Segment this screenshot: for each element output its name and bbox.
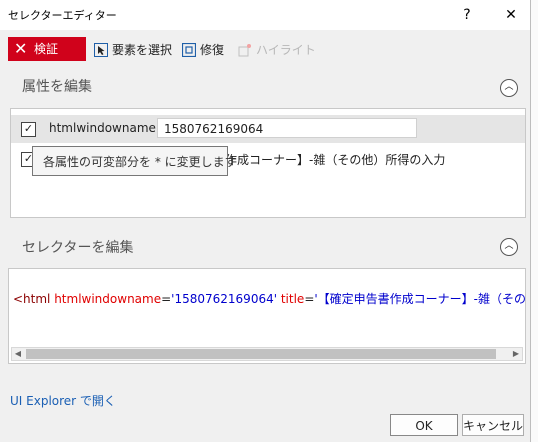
selector-tag-token: <html	[13, 292, 55, 306]
selector-attr-token: htmlwindowname	[54, 292, 162, 306]
attribute-value-text: 作成コーナー】-雑（その他）所得の入力	[225, 153, 446, 167]
validate-label: 検証	[34, 42, 59, 56]
tooltip: 各属性の可変部分を * に変更します	[32, 146, 237, 176]
selector-value-token: '【確定申告書作成コーナー】-雑（その他）所得の入力	[314, 292, 526, 306]
x-icon: ✕	[14, 39, 28, 58]
title-bar: セレクターエディター ? ✕	[0, 0, 530, 30]
ok-button[interactable]: OK	[390, 414, 458, 436]
attribute-checkbox[interactable]: ✓	[21, 122, 36, 137]
highlight-icon	[238, 44, 251, 57]
highlight-button[interactable]: ハイライト	[238, 41, 316, 59]
repair-label: 修復	[200, 43, 225, 57]
scroll-right-icon[interactable]: ▶	[511, 349, 521, 359]
window-title: セレクターエディター	[8, 9, 117, 22]
selector-value-token: '1580762169064'	[171, 292, 278, 306]
repair-icon	[182, 43, 196, 57]
selector-text[interactable]: <html htmlwindowname='1580762169064' tit…	[13, 290, 526, 307]
select-element-button[interactable]: 要素を選択	[94, 41, 172, 59]
horizontal-scrollbar[interactable]: ◀ ▶	[11, 347, 523, 361]
validate-button[interactable]: ✕ 検証	[8, 37, 86, 61]
selector-eq-token: =	[161, 292, 172, 306]
selector-collapse-button[interactable]: ︿	[500, 238, 518, 256]
attributes-collapse-button[interactable]: ︿	[500, 79, 518, 97]
repair-button[interactable]: 修復	[182, 41, 224, 59]
highlight-label: ハイライト	[256, 43, 316, 57]
select-element-icon	[94, 43, 108, 57]
background-window-edge	[531, 0, 538, 442]
attributes-section-title: 属性を編集	[22, 79, 92, 95]
selector-editor[interactable]: <html htmlwindowname='1580762169064' tit…	[8, 268, 526, 364]
attribute-name: htmlwindowname	[49, 121, 156, 135]
close-button[interactable]: ✕	[496, 4, 526, 26]
help-button[interactable]: ?	[452, 4, 482, 26]
selector-attr-token: title	[277, 292, 305, 306]
selector-section-title: セレクターを編集	[22, 240, 134, 256]
selector-editor-dialog: セレクターエディター ? ✕ ✕ 検証 要素を選択 修復 ハイライト 属性を編集…	[0, 0, 531, 442]
cancel-button[interactable]: キャンセル	[462, 414, 524, 436]
select-element-label: 要素を選択	[112, 43, 173, 57]
attribute-value-field[interactable]: 1580762169064	[157, 118, 417, 138]
selector-eq-token: =	[304, 292, 315, 306]
attribute-row[interactable]: ✓ htmlwindowname 1580762169064	[11, 115, 525, 143]
scroll-left-icon[interactable]: ◀	[13, 349, 23, 359]
toolbar: ✕ 検証 要素を選択 修復 ハイライト	[0, 30, 530, 66]
scroll-thumb[interactable]	[26, 349, 496, 359]
ui-explorer-link[interactable]: UI Explorer で開く	[10, 392, 116, 409]
